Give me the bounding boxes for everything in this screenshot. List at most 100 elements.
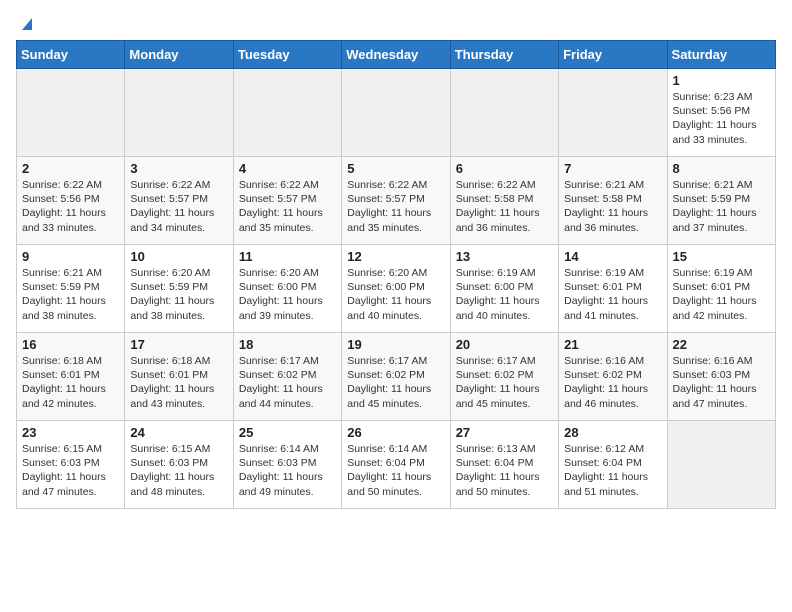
- calendar-cell: [342, 69, 450, 157]
- calendar-cell: 25 Sunrise: 6:14 AM Sunset: 6:03 PM Dayli…: [233, 421, 341, 509]
- calendar-week-row: 23 Sunrise: 6:15 AM Sunset: 6:03 PM Dayli…: [17, 421, 776, 509]
- calendar-cell: 23 Sunrise: 6:15 AM Sunset: 6:03 PM Dayli…: [17, 421, 125, 509]
- calendar-cell: [125, 69, 233, 157]
- calendar-cell: 17 Sunrise: 6:18 AM Sunset: 6:01 PM Dayli…: [125, 333, 233, 421]
- day-info: Sunrise: 6:23 AM Sunset: 5:56 PM Dayligh…: [673, 90, 770, 147]
- calendar-header-row: SundayMondayTuesdayWednesdayThursdayFrid…: [17, 41, 776, 69]
- day-info: Sunrise: 6:17 AM Sunset: 6:02 PM Dayligh…: [239, 354, 336, 411]
- day-number: 10: [130, 249, 227, 264]
- calendar-week-row: 2Sunrise: 6:22 AM Sunset: 5:56 PM Daylig…: [17, 157, 776, 245]
- calendar-cell: [667, 421, 775, 509]
- calendar-cell: 3 Sunrise: 6:22 AM Sunset: 5:57 PM Daylig…: [125, 157, 233, 245]
- day-info: Sunrise: 6:19 AM Sunset: 6:00 PM Dayligh…: [456, 266, 553, 323]
- day-info: Sunrise: 6:19 AM Sunset: 6:01 PM Dayligh…: [564, 266, 661, 323]
- day-info: Sunrise: 6:15 AM Sunset: 6:03 PM Dayligh…: [22, 442, 119, 499]
- day-number: 21: [564, 337, 661, 352]
- calendar-cell: 5 Sunrise: 6:22 AM Sunset: 5:57 PM Daylig…: [342, 157, 450, 245]
- day-info: Sunrise: 6:20 AM Sunset: 6:00 PM Dayligh…: [239, 266, 336, 323]
- day-number: 4: [239, 161, 336, 176]
- day-info: Sunrise: 6:17 AM Sunset: 6:02 PM Dayligh…: [347, 354, 444, 411]
- day-number: 16: [22, 337, 119, 352]
- day-number: 7: [564, 161, 661, 176]
- calendar-day-header: Wednesday: [342, 41, 450, 69]
- day-info: Sunrise: 6:22 AM Sunset: 5:58 PM Dayligh…: [456, 178, 553, 235]
- day-info: Sunrise: 6:16 AM Sunset: 6:02 PM Dayligh…: [564, 354, 661, 411]
- day-info: Sunrise: 6:17 AM Sunset: 6:02 PM Dayligh…: [456, 354, 553, 411]
- calendar-cell: 28 Sunrise: 6:12 AM Sunset: 6:04 PM Dayli…: [559, 421, 667, 509]
- day-info: Sunrise: 6:18 AM Sunset: 6:01 PM Dayligh…: [22, 354, 119, 411]
- calendar-cell: 9 Sunrise: 6:21 AM Sunset: 5:59 PM Daylig…: [17, 245, 125, 333]
- day-info: Sunrise: 6:13 AM Sunset: 6:04 PM Dayligh…: [456, 442, 553, 499]
- calendar-cell: 18 Sunrise: 6:17 AM Sunset: 6:02 PM Dayli…: [233, 333, 341, 421]
- logo: [16, 16, 36, 32]
- calendar-cell: 12 Sunrise: 6:20 AM Sunset: 6:00 PM Dayli…: [342, 245, 450, 333]
- day-info: Sunrise: 6:12 AM Sunset: 6:04 PM Dayligh…: [564, 442, 661, 499]
- calendar-cell: 22 Sunrise: 6:16 AM Sunset: 6:03 PM Dayli…: [667, 333, 775, 421]
- calendar-week-row: 16 Sunrise: 6:18 AM Sunset: 6:01 PM Dayli…: [17, 333, 776, 421]
- logo-triangle-icon: [18, 14, 36, 32]
- day-info: Sunrise: 6:22 AM Sunset: 5:57 PM Dayligh…: [130, 178, 227, 235]
- calendar-cell: [450, 69, 558, 157]
- calendar-day-header: Tuesday: [233, 41, 341, 69]
- calendar-cell: 24 Sunrise: 6:15 AM Sunset: 6:03 PM Dayli…: [125, 421, 233, 509]
- calendar-cell: [17, 69, 125, 157]
- day-number: 9: [22, 249, 119, 264]
- day-number: 24: [130, 425, 227, 440]
- calendar-day-header: Friday: [559, 41, 667, 69]
- day-info: Sunrise: 6:20 AM Sunset: 5:59 PM Dayligh…: [130, 266, 227, 323]
- calendar-cell: 14 Sunrise: 6:19 AM Sunset: 6:01 PM Dayli…: [559, 245, 667, 333]
- day-number: 3: [130, 161, 227, 176]
- day-info: Sunrise: 6:20 AM Sunset: 6:00 PM Dayligh…: [347, 266, 444, 323]
- day-number: 20: [456, 337, 553, 352]
- calendar-day-header: Saturday: [667, 41, 775, 69]
- day-info: Sunrise: 6:14 AM Sunset: 6:04 PM Dayligh…: [347, 442, 444, 499]
- calendar-cell: 4 Sunrise: 6:22 AM Sunset: 5:57 PM Daylig…: [233, 157, 341, 245]
- day-number: 17: [130, 337, 227, 352]
- page-header: [16, 16, 776, 32]
- day-info: Sunrise: 6:21 AM Sunset: 5:59 PM Dayligh…: [22, 266, 119, 323]
- day-info: Sunrise: 6:22 AM Sunset: 5:57 PM Dayligh…: [347, 178, 444, 235]
- day-info: Sunrise: 6:22 AM Sunset: 5:57 PM Dayligh…: [239, 178, 336, 235]
- calendar-cell: 20 Sunrise: 6:17 AM Sunset: 6:02 PM Dayli…: [450, 333, 558, 421]
- day-number: 5: [347, 161, 444, 176]
- calendar-cell: 10 Sunrise: 6:20 AM Sunset: 5:59 PM Dayli…: [125, 245, 233, 333]
- day-number: 28: [564, 425, 661, 440]
- calendar-day-header: Monday: [125, 41, 233, 69]
- day-number: 15: [673, 249, 770, 264]
- calendar-cell: [559, 69, 667, 157]
- calendar-week-row: 9 Sunrise: 6:21 AM Sunset: 5:59 PM Daylig…: [17, 245, 776, 333]
- day-number: 14: [564, 249, 661, 264]
- calendar-day-header: Sunday: [17, 41, 125, 69]
- day-number: 22: [673, 337, 770, 352]
- calendar-cell: 15 Sunrise: 6:19 AM Sunset: 6:01 PM Dayli…: [667, 245, 775, 333]
- calendar-day-header: Thursday: [450, 41, 558, 69]
- day-number: 27: [456, 425, 553, 440]
- calendar-cell: 2Sunrise: 6:22 AM Sunset: 5:56 PM Daylig…: [17, 157, 125, 245]
- day-number: 2: [22, 161, 119, 176]
- day-info: Sunrise: 6:15 AM Sunset: 6:03 PM Dayligh…: [130, 442, 227, 499]
- day-info: Sunrise: 6:16 AM Sunset: 6:03 PM Dayligh…: [673, 354, 770, 411]
- day-info: Sunrise: 6:14 AM Sunset: 6:03 PM Dayligh…: [239, 442, 336, 499]
- day-info: Sunrise: 6:18 AM Sunset: 6:01 PM Dayligh…: [130, 354, 227, 411]
- calendar-week-row: 1 Sunrise: 6:23 AM Sunset: 5:56 PM Daylig…: [17, 69, 776, 157]
- calendar-table: SundayMondayTuesdayWednesdayThursdayFrid…: [16, 40, 776, 509]
- day-number: 1: [673, 73, 770, 88]
- calendar-cell: 13Sunrise: 6:19 AM Sunset: 6:00 PM Dayli…: [450, 245, 558, 333]
- day-number: 19: [347, 337, 444, 352]
- day-number: 11: [239, 249, 336, 264]
- calendar-cell: 8Sunrise: 6:21 AM Sunset: 5:59 PM Daylig…: [667, 157, 775, 245]
- day-number: 25: [239, 425, 336, 440]
- calendar-cell: 1 Sunrise: 6:23 AM Sunset: 5:56 PM Daylig…: [667, 69, 775, 157]
- day-number: 18: [239, 337, 336, 352]
- day-number: 12: [347, 249, 444, 264]
- calendar-cell: 19 Sunrise: 6:17 AM Sunset: 6:02 PM Dayli…: [342, 333, 450, 421]
- day-number: 23: [22, 425, 119, 440]
- calendar-cell: 27 Sunrise: 6:13 AM Sunset: 6:04 PM Dayli…: [450, 421, 558, 509]
- calendar-cell: 21 Sunrise: 6:16 AM Sunset: 6:02 PM Dayli…: [559, 333, 667, 421]
- calendar-cell: 6 Sunrise: 6:22 AM Sunset: 5:58 PM Daylig…: [450, 157, 558, 245]
- day-number: 6: [456, 161, 553, 176]
- day-info: Sunrise: 6:19 AM Sunset: 6:01 PM Dayligh…: [673, 266, 770, 323]
- calendar-cell: 11 Sunrise: 6:20 AM Sunset: 6:00 PM Dayli…: [233, 245, 341, 333]
- day-number: 8: [673, 161, 770, 176]
- calendar-cell: 16 Sunrise: 6:18 AM Sunset: 6:01 PM Dayli…: [17, 333, 125, 421]
